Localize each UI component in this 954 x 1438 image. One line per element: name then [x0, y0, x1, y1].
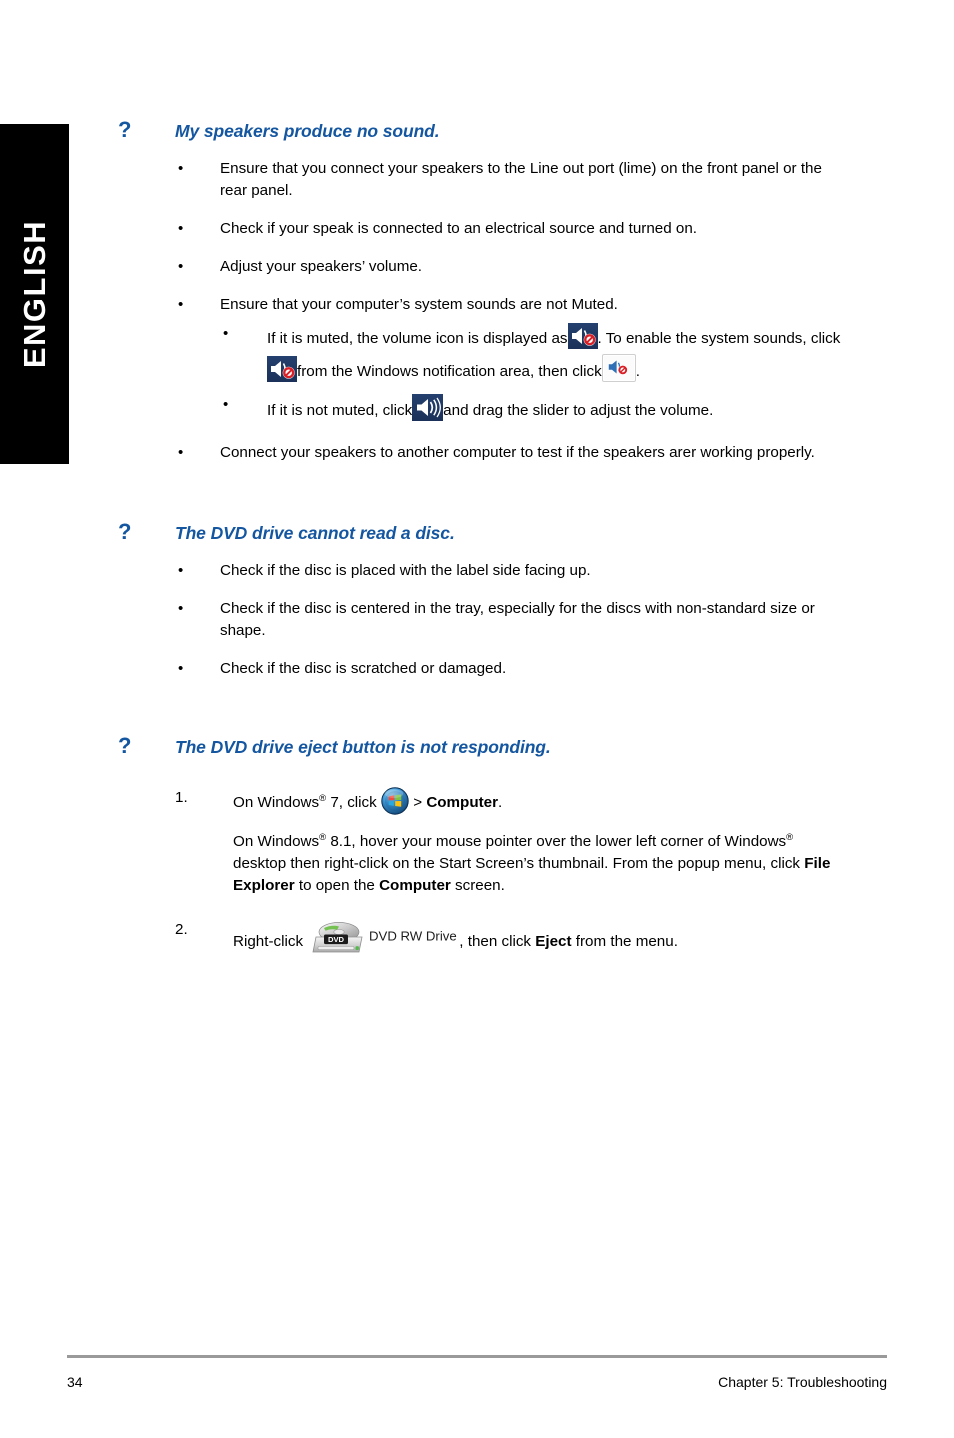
list-item: • Connect your speakers to another compu…	[175, 442, 843, 464]
list-item-text: Connect your speakers to another compute…	[220, 444, 815, 462]
step-text-part-3: >	[413, 793, 423, 811]
list-item-text: Check if your speak is connected to an e…	[220, 220, 697, 238]
bullet-marker: •	[178, 296, 184, 314]
list-item: • If it is not muted, click and drag the …	[220, 394, 843, 426]
bullet-marker: •	[178, 444, 184, 462]
dvd-rw-drive-icon: DVD DVD RW Drive	[307, 919, 459, 959]
step-number: 2.	[175, 920, 188, 938]
question-mark-icon: ?	[118, 117, 132, 142]
list-item-text: Check if the disc is placed with the lab…	[220, 562, 591, 580]
step-body: On Windows® 7, click > Computer. On Wind…	[233, 786, 843, 897]
list-item-body: Ensure that your computer’s system sound…	[220, 294, 843, 426]
list-item-text: Check if the disc is centered in the tra…	[220, 600, 815, 640]
sub-text-part-1: If it is muted, the volume icon is displ…	[267, 330, 568, 348]
step-line-windows7: On Windows® 7, click > Computer.	[233, 786, 843, 815]
speaker-muted-dark-icon	[267, 356, 297, 383]
faq-heading-row: ? The DVD drive cannot read a disc.	[118, 519, 843, 545]
step-text-bold-computer: Computer	[426, 793, 499, 811]
step-body: Right-click DVD DVD RW Drive, then click …	[233, 919, 843, 959]
question-mark-icon: ?	[118, 519, 132, 545]
step-item-2: 2. Right-click DVD DVD RW Drive, then cli…	[175, 919, 843, 959]
page-content: ? My speakers produce no sound. • Ensure…	[118, 117, 843, 959]
page-footer: 34 Chapter 5: Troubleshooting	[67, 1355, 887, 1390]
step-item-1: 1. On Windows® 7, click > Computer. On W…	[175, 786, 843, 897]
para-part-2: 8.1, hover your mouse pointer over the l…	[326, 832, 787, 850]
list-item-text: If it is not muted, click and drag the sl…	[267, 394, 843, 426]
page-number: 34	[67, 1374, 83, 1390]
svg-text:DVD RW Drive: DVD RW Drive	[369, 928, 457, 943]
list-item: • Check if the disc is placed with the l…	[175, 560, 843, 582]
speaker-muted-light-icon	[601, 354, 636, 383]
bullet-marker: •	[178, 160, 184, 178]
speaker-volume-dark-icon	[412, 394, 444, 422]
numbered-step-list: 1. On Windows® 7, click > Computer. On W…	[175, 786, 843, 959]
para-part-1: On Windows	[233, 832, 320, 850]
svg-text:DVD: DVD	[328, 934, 345, 943]
faq-heading-row: ? The DVD drive eject button is not resp…	[118, 734, 843, 758]
question-mark-icon: ?	[118, 733, 132, 759]
list-item: • Check if the disc is scratched or dama…	[175, 658, 843, 680]
sub-text-part-1: If it is not muted, click	[267, 402, 413, 420]
footer-divider	[67, 1355, 887, 1358]
chapter-label: Chapter 5: Troubleshooting	[718, 1374, 887, 1390]
step-text-part-3: from the menu.	[571, 932, 678, 950]
sub-text-part-2: and drag the slider to adjust the volume…	[443, 402, 714, 420]
bullet-list: • Check if the disc is placed with the l…	[175, 560, 843, 680]
faq-heading-text: The DVD drive eject button is not respon…	[175, 737, 551, 758]
faq-heading-text: The DVD drive cannot read a disc.	[175, 523, 455, 544]
nested-bullet-list: • If it is muted, the volume icon is dis…	[220, 323, 843, 426]
list-item-text: If it is muted, the volume icon is displ…	[267, 323, 843, 387]
step-text-bold-eject: Eject	[535, 932, 572, 950]
list-item-text: Ensure that your computer’s system sound…	[220, 296, 618, 314]
faq-section-dvd-cannot-read: ? The DVD drive cannot read a disc. • Ch…	[118, 519, 843, 680]
faq-section-speakers-no-sound: ? My speakers produce no sound. • Ensure…	[118, 117, 843, 464]
list-item: • If it is muted, the volume icon is dis…	[220, 323, 843, 387]
registered-mark: ®	[786, 831, 794, 843]
list-item-text: Ensure that you connect your speakers to…	[220, 160, 822, 200]
step-number: 1.	[175, 788, 188, 806]
list-item: • Check if the disc is centered in the t…	[175, 598, 843, 642]
bullet-marker: •	[178, 600, 184, 618]
step-text-part-1: Right-click	[233, 932, 304, 950]
step-text-part-4: .	[498, 793, 503, 811]
para-part-4: to open the	[294, 876, 380, 894]
list-item: • Ensure that your computer’s system sou…	[175, 294, 843, 426]
footer-row: 34 Chapter 5: Troubleshooting	[67, 1374, 887, 1390]
faq-heading-text: My speakers produce no sound.	[175, 121, 440, 141]
para-part-5: screen.	[450, 876, 505, 894]
sub-text-part-2: . To enable the system sounds, click	[597, 330, 841, 348]
bullet-marker: •	[223, 396, 229, 414]
bullet-marker: •	[178, 562, 184, 580]
windows-start-orb-icon	[381, 786, 409, 815]
list-item-text: Check if the disc is scratched or damage…	[220, 660, 507, 678]
language-tab-label: ENGLISH	[16, 219, 52, 369]
step-text-part-2: , then click	[459, 932, 536, 950]
sub-text-part-4: .	[635, 363, 640, 381]
bullet-list: • Ensure that you connect your speakers …	[175, 158, 843, 464]
list-item: • Check if your speak is connected to an…	[175, 218, 843, 240]
faq-heading-row: ? My speakers produce no sound.	[118, 117, 843, 142]
bullet-marker: •	[178, 220, 184, 238]
bullet-marker: •	[178, 258, 184, 276]
bullet-marker: •	[178, 660, 184, 678]
step-text-part-2: 7, click	[326, 793, 377, 811]
list-item: • Ensure that you connect your speakers …	[175, 158, 843, 202]
step-paragraph-windows81: On Windows ® 8.1, hover your mouse pointe…	[233, 831, 843, 897]
list-item: • Adjust your speakers’ volume.	[175, 256, 843, 278]
para-part-3: desktop then right-click on the Start Sc…	[233, 854, 805, 872]
sub-text-part-3: from the Windows notification area, then…	[297, 363, 602, 381]
step-text-part-1: On Windows	[233, 793, 320, 811]
language-tab-english: ENGLISH	[0, 124, 69, 464]
faq-section-dvd-eject-not-responding: ? The DVD drive eject button is not resp…	[118, 734, 843, 958]
bullet-marker: •	[223, 325, 229, 343]
speaker-muted-dark-icon	[567, 323, 598, 350]
list-item-text: Adjust your speakers’ volume.	[220, 258, 423, 276]
para-bold-computer: Computer	[379, 876, 451, 894]
